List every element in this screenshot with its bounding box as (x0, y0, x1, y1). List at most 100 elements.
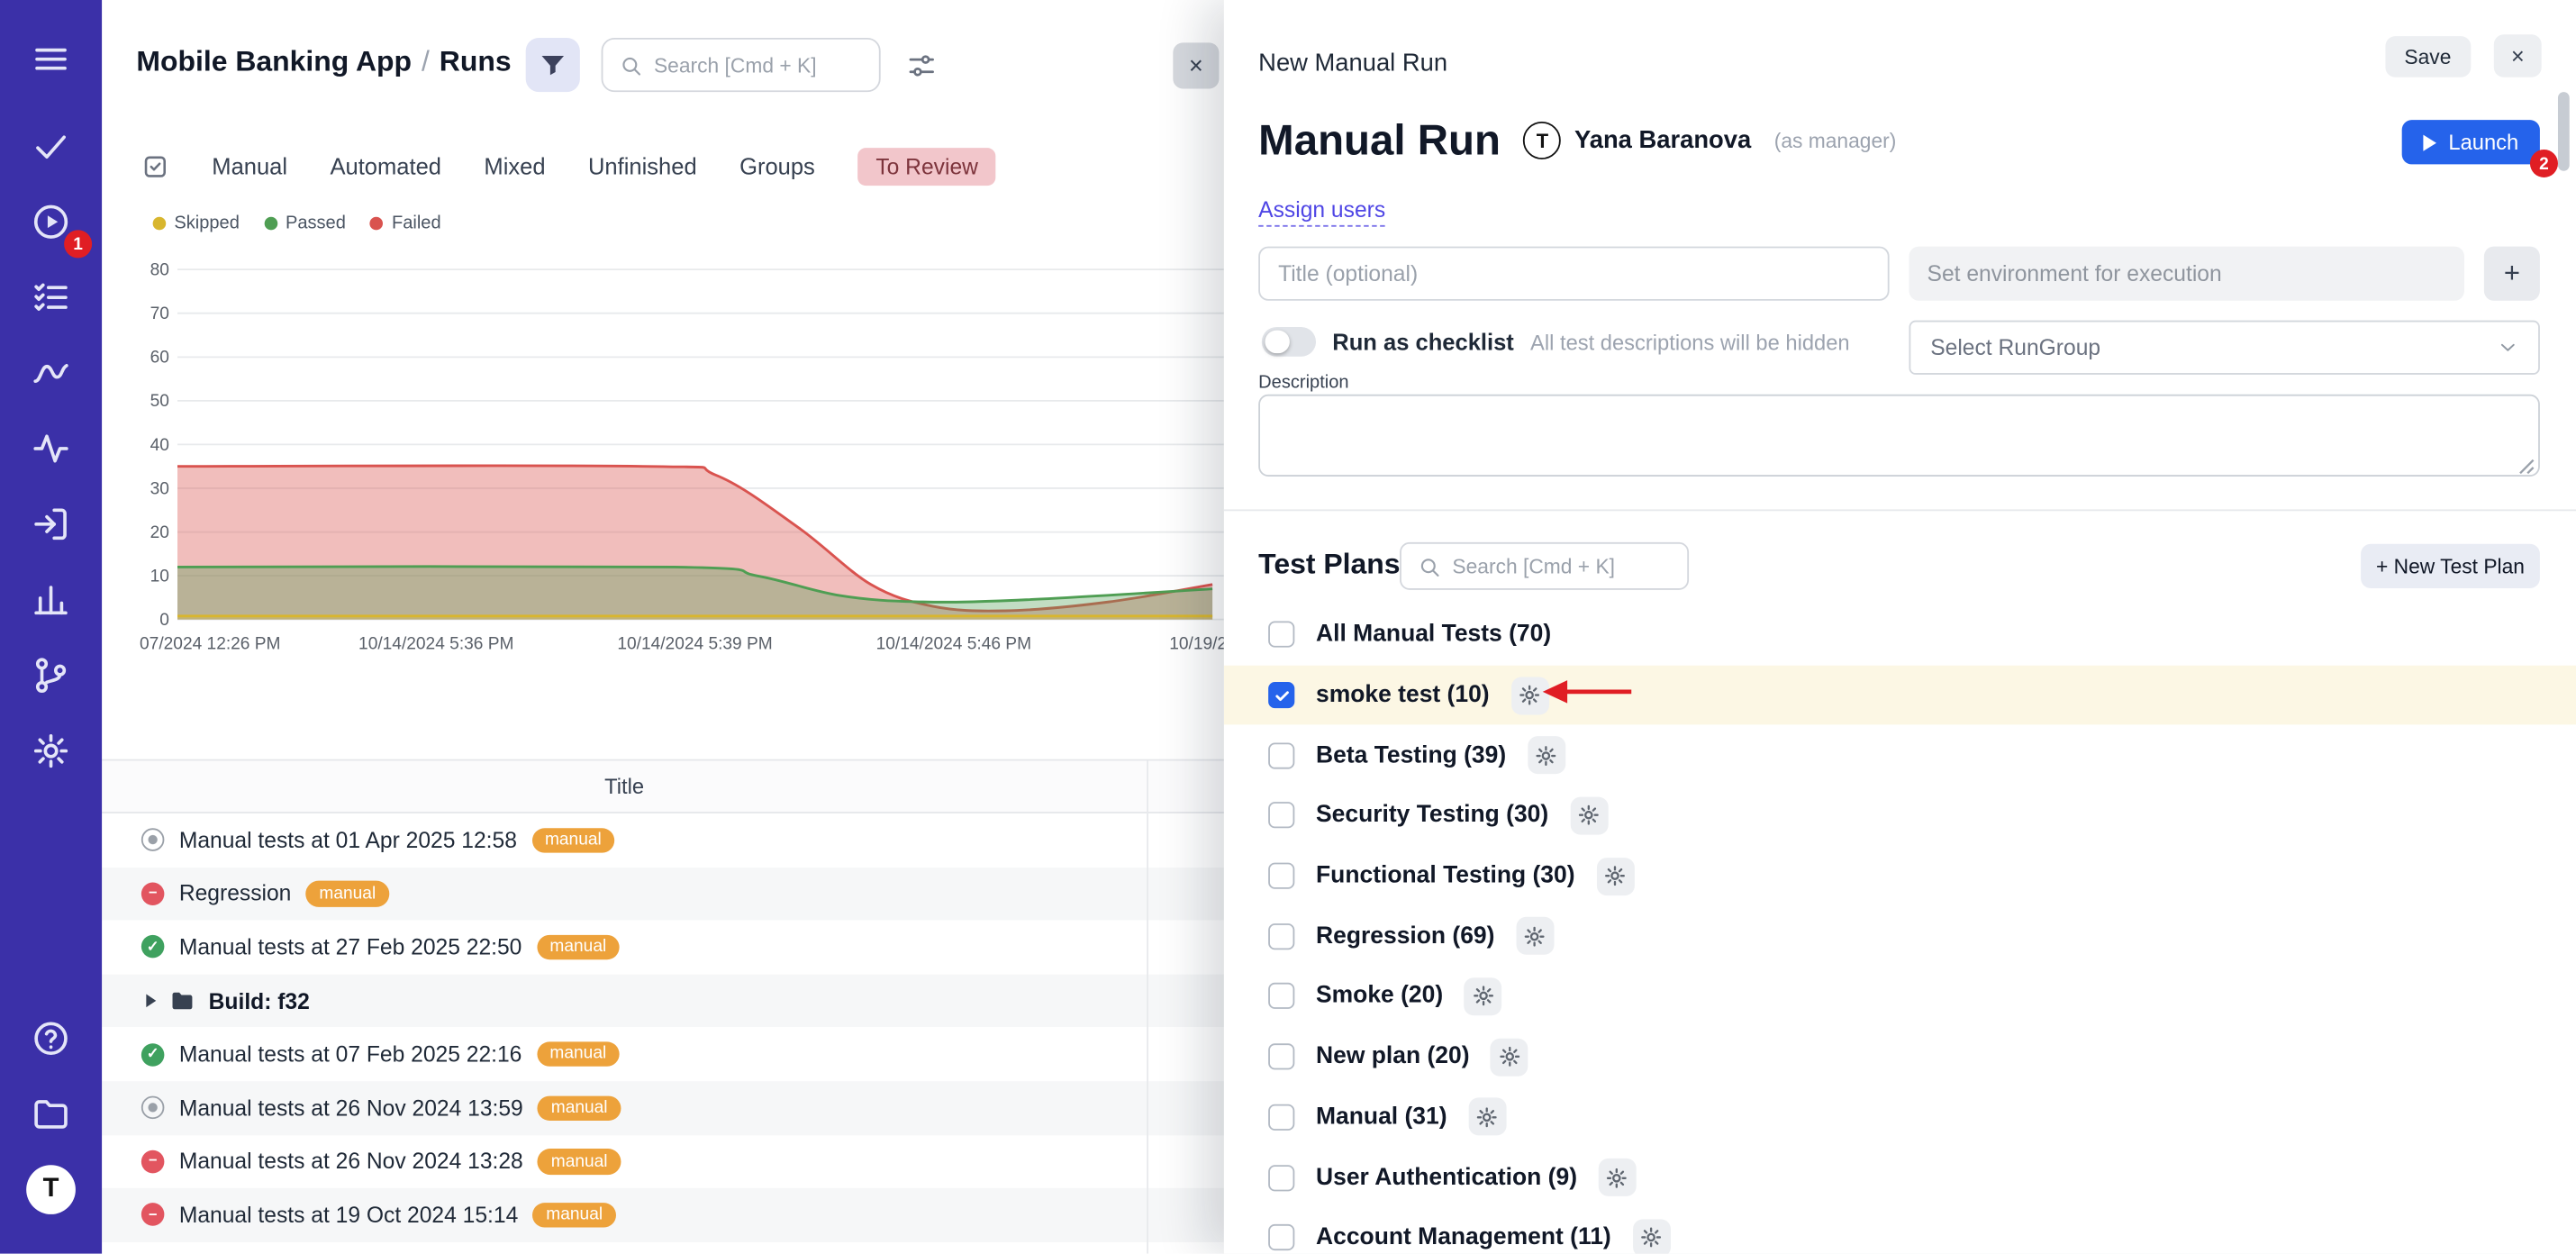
plan-label[interactable]: Smoke (20) (1316, 984, 1443, 1010)
table-row[interactable]: −Manual tests at 26 Nov 2024 13:28manual (102, 1135, 1224, 1188)
plan-settings-button[interactable] (1570, 796, 1608, 834)
sidebar-item-bar-chart[interactable] (32, 580, 71, 620)
plan-label[interactable]: Beta Testing (39) (1316, 742, 1506, 768)
test-plan-row[interactable]: User Authentication (9) (1224, 1147, 2576, 1207)
expand-caret-icon[interactable] (146, 995, 156, 1008)
sidebar-item-git-branch[interactable] (32, 656, 71, 695)
description-textarea[interactable] (1258, 395, 2540, 477)
new-test-plan-button[interactable]: + New Test Plan (2361, 544, 2540, 588)
scrollbar-thumb[interactable] (2558, 92, 2570, 171)
plan-settings-button[interactable] (1516, 917, 1554, 955)
app-logo[interactable]: T (26, 1165, 76, 1214)
test-plan-row[interactable]: Regression (69) (1224, 906, 2576, 967)
plan-checkbox[interactable] (1268, 803, 1294, 829)
run-title-input[interactable] (1258, 247, 1889, 301)
run-title[interactable]: Manual tests at 26 Nov 2024 13:59 (179, 1095, 523, 1120)
tab-to-review[interactable]: To Review (857, 147, 996, 185)
table-row[interactable]: −Manual tests at 19 Oct 2024 15:14manual (102, 1188, 1224, 1241)
runs-panel-close-button[interactable]: × (1173, 42, 1219, 88)
run-title[interactable]: Manual tests at 01 Apr 2025 12:58 (179, 828, 517, 852)
table-row[interactable]: −Regressionmanual (102, 867, 1224, 920)
sidebar-item-menu[interactable] (32, 40, 71, 79)
add-environment-button[interactable]: + (2484, 247, 2540, 301)
tab-mixed[interactable]: Mixed (484, 153, 545, 179)
run-title[interactable]: Manual tests at 07 Feb 2025 22:16 (179, 1042, 522, 1067)
sidebar-item-gear[interactable] (32, 732, 71, 771)
plan-label[interactable]: Functional Testing (30) (1316, 863, 1575, 889)
table-row-group[interactable]: Build: f32 (102, 974, 1224, 1027)
run-title[interactable]: Manual tests at 26 Nov 2024 13:28 (179, 1150, 523, 1174)
plan-label[interactable]: User Authentication (9) (1316, 1164, 1577, 1190)
environment-input[interactable] (1909, 247, 2464, 301)
test-plans-search-input[interactable] (1452, 555, 1671, 578)
advanced-filters-icon[interactable] (907, 51, 937, 81)
play-circle-icon (32, 202, 71, 241)
test-plan-row[interactable]: All Manual Tests (70) (1224, 604, 2576, 665)
plan-label[interactable]: Regression (69) (1316, 923, 1494, 950)
sidebar-item-run-list[interactable] (32, 277, 71, 317)
plan-label[interactable]: New plan (20) (1316, 1044, 1469, 1070)
tab-unfinished[interactable]: Unfinished (588, 153, 697, 179)
run-as-checklist-toggle[interactable] (1262, 327, 1316, 357)
table-row[interactable]: Manual tests at 01 Apr 2025 12:58manual (102, 813, 1224, 867)
launch-button[interactable]: Launch (2402, 120, 2540, 164)
plan-checkbox-checked[interactable] (1268, 682, 1294, 708)
runs-search-input[interactable] (654, 53, 863, 77)
plan-checkbox[interactable] (1268, 1224, 1294, 1250)
test-plan-row[interactable]: Functional Testing (30) (1224, 846, 2576, 906)
table-row[interactable]: ✓Manual tests at 07 Feb 2025 22:16manual (102, 1028, 1224, 1081)
plan-checkbox[interactable] (1268, 863, 1294, 889)
test-plan-row[interactable]: Manual (31) (1224, 1087, 2576, 1148)
plan-settings-button[interactable] (1528, 737, 1565, 775)
legend-item-failed[interactable]: Failed (370, 214, 440, 233)
plan-settings-button[interactable] (1491, 1038, 1528, 1076)
drawer-close-button[interactable]: × (2494, 34, 2542, 77)
table-row[interactable]: ✓Manual tests at 27 Feb 2025 22:50manual (102, 921, 1224, 974)
plan-checkbox[interactable] (1268, 1164, 1294, 1190)
sidebar-item-activity[interactable] (32, 429, 71, 468)
tab-groups[interactable]: Groups (739, 153, 815, 179)
test-plan-row[interactable]: smoke test (10) (1224, 665, 2576, 725)
plan-settings-button[interactable] (1599, 1159, 1637, 1196)
run-title[interactable]: Manual tests at 19 Oct 2024 15:14 (179, 1203, 518, 1227)
plan-label[interactable]: smoke test (10) (1316, 682, 1490, 708)
plan-checkbox[interactable] (1268, 742, 1294, 768)
plan-settings-button[interactable] (1596, 857, 1634, 895)
tab-automated[interactable]: Automated (330, 153, 441, 179)
test-plan-row[interactable]: Beta Testing (39) (1224, 725, 2576, 786)
rungroup-select[interactable]: Select RunGroup (1909, 321, 2539, 375)
plan-label[interactable]: Security Testing (30) (1316, 803, 1548, 829)
table-row[interactable]: Manual tests at 26 Nov 2024 13:59manual (102, 1081, 1224, 1134)
sidebar-item-log-in[interactable] (32, 504, 71, 544)
projects-folder-icon[interactable] (32, 1095, 71, 1134)
plan-settings-button[interactable] (1465, 977, 1502, 1015)
legend-item-passed[interactable]: Passed (264, 214, 346, 233)
sidebar-item-check[interactable] (32, 126, 71, 166)
plan-label[interactable]: Manual (31) (1316, 1104, 1447, 1130)
sidebar-item-play-circle[interactable] (32, 202, 71, 241)
assign-users-link[interactable]: Assign users (1258, 197, 1385, 227)
breadcrumb-project[interactable]: Mobile Banking App (136, 44, 412, 77)
run-title[interactable]: Regression (179, 881, 292, 905)
plan-settings-button[interactable] (1468, 1098, 1506, 1136)
plan-checkbox[interactable] (1268, 1044, 1294, 1070)
help-icon[interactable] (32, 1019, 71, 1059)
legend-item-skipped[interactable]: Skipped (153, 214, 240, 233)
test-plan-row[interactable]: Account Management (11) (1224, 1207, 2576, 1253)
save-button[interactable]: Save (2385, 36, 2472, 77)
plan-settings-button[interactable] (1632, 1219, 1670, 1254)
test-plan-row[interactable]: New plan (20) (1224, 1027, 2576, 1087)
select-all-icon[interactable] (141, 152, 169, 180)
test-plan-row[interactable]: Smoke (20) (1224, 967, 2576, 1027)
run-title[interactable]: Manual tests at 27 Feb 2025 22:50 (179, 935, 522, 959)
filter-button[interactable] (526, 38, 580, 92)
plan-checkbox[interactable] (1268, 984, 1294, 1010)
sidebar-item-trend[interactable] (32, 353, 71, 393)
plan-checkbox[interactable] (1268, 622, 1294, 648)
plan-checkbox[interactable] (1268, 1104, 1294, 1130)
tab-manual[interactable]: Manual (212, 153, 287, 179)
plan-checkbox[interactable] (1268, 923, 1294, 950)
plan-label[interactable]: All Manual Tests (70) (1316, 622, 1551, 648)
test-plan-row[interactable]: Security Testing (30) (1224, 786, 2576, 846)
plan-label[interactable]: Account Management (11) (1316, 1224, 1611, 1250)
